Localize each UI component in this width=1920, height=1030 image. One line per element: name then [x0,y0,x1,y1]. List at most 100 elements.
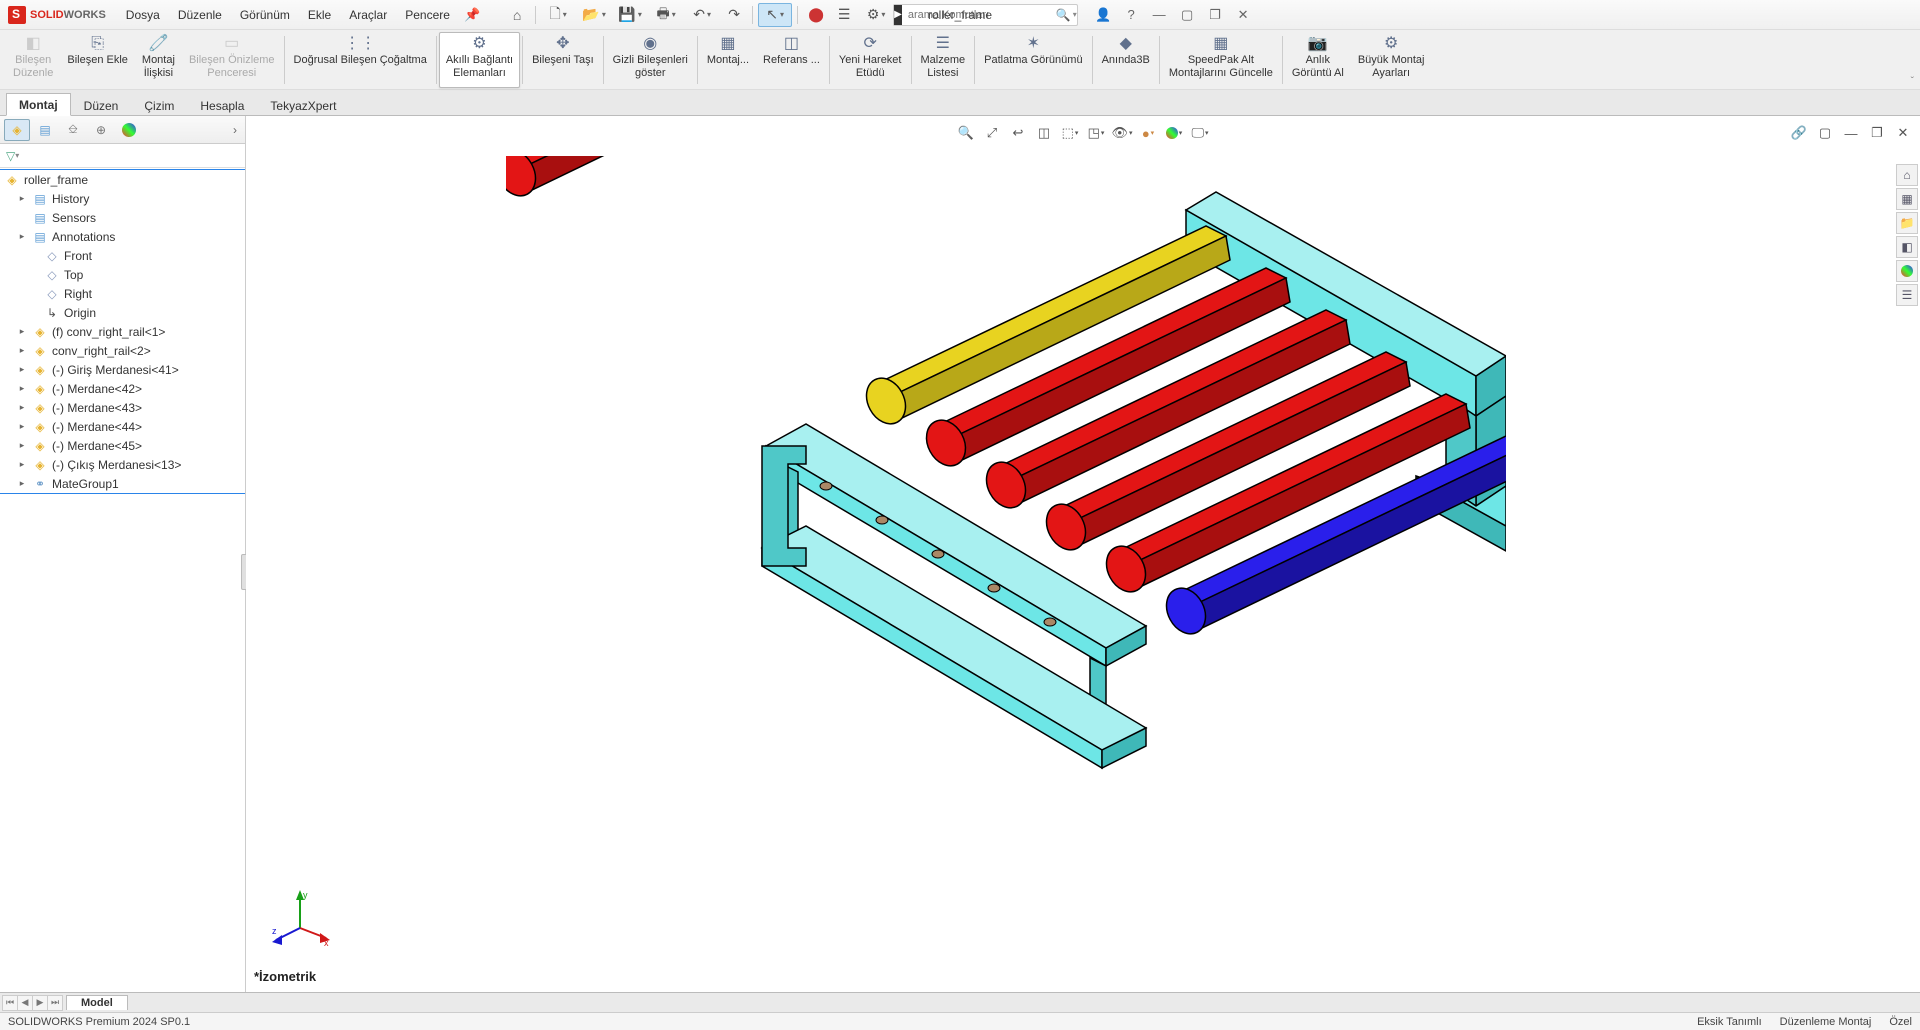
appearance-button[interactable]: ● [1137,122,1159,144]
options-list-button[interactable]: ☰ [831,3,857,27]
ribbon-an-nda3b[interactable]: ◆Anında3B [1095,32,1157,88]
menu-düzenle[interactable]: Düzenle [170,5,230,25]
tree-item[interactable]: ◇Right [0,284,245,303]
display-style-button[interactable]: ◳ [1085,122,1107,144]
user-button[interactable]: 👤 [1092,4,1114,26]
viewport[interactable]: 🔍 ⤢ ↩ ◫ ⬚ ◳ 👁 ● 🖵 🔗 ▢ — ❐ ✕ ⌂ ▦ 📁 ◧ ☰ [246,116,1920,992]
ribbon-do-rusal-bile-en-o-altma[interactable]: ⋮⋮Doğrusal Bileşen Çoğaltma [287,32,434,88]
feature-tree-tab[interactable]: ◈ [4,119,30,141]
vp-link-button[interactable]: 🔗 [1788,122,1810,144]
menu-görünüm[interactable]: Görünüm [232,5,298,25]
model-tab[interactable]: Model [66,995,128,1010]
ribbon-gizli-bile-enleri[interactable]: ◉Gizli Bileşenleri göster [606,32,695,88]
dim-tab[interactable]: ⊕ [88,119,114,141]
tree-item[interactable]: ▸◈(-) Merdane<42> [0,379,245,398]
view-orient-button[interactable]: ⬚ [1059,122,1081,144]
hide-show-button[interactable]: 👁 [1111,122,1133,144]
menu-dosya[interactable]: Dosya [118,5,168,25]
status-units[interactable]: Özel [1889,1016,1912,1028]
view-triad[interactable]: y x z [270,888,330,948]
vp-close-button[interactable]: ✕ [1892,122,1914,144]
scene-button[interactable] [1163,122,1185,144]
rail-resources-icon[interactable]: ▦ [1896,188,1918,210]
tree-item[interactable]: ▸◈(f) conv_right_rail<1> [0,322,245,341]
zoom-area-button[interactable]: ⤢ [981,122,1003,144]
render-button[interactable]: 🖵 [1189,122,1211,144]
search-icon[interactable]: 🔍 [1056,8,1073,22]
save-button[interactable]: 💾 [613,3,647,27]
ribbon-patlatma-g-r-n-m-[interactable]: ✶Patlatma Görünümü [977,32,1089,88]
tree-item[interactable]: ▸◈(-) Merdane<43> [0,398,245,417]
undo-button[interactable]: ↶ [685,3,719,27]
close-button[interactable]: ✕ [1232,4,1254,26]
search-drop-icon[interactable]: ▾ [1073,10,1081,19]
twisty-icon[interactable]: ▸ [16,440,28,451]
tree-root[interactable]: ◈roller_frame [0,170,245,189]
twisty-icon[interactable]: ▸ [16,193,28,204]
rail-props-icon[interactable]: ☰ [1896,284,1918,306]
tab-montaj[interactable]: Montaj [6,93,71,116]
section-view-button[interactable]: ◫ [1033,122,1055,144]
ribbon-referans-[interactable]: ◫Referans ... [756,32,827,88]
twisty-icon[interactable]: ▸ [16,421,28,432]
redo-button[interactable]: ↷ [721,3,747,27]
menu-pencere[interactable]: Pencere [397,5,458,25]
home-button[interactable]: ⌂ [504,3,530,27]
tree-item[interactable]: ▸▤Annotations [0,227,245,246]
twisty-icon[interactable]: ▸ [16,326,28,337]
ribbon-montaj[interactable]: 🧷Montaj İlişkisi [135,32,182,88]
help-button[interactable]: ? [1120,4,1142,26]
twisty-icon[interactable]: ▸ [16,478,28,489]
nav-next-icon[interactable]: ▶ [32,995,48,1011]
ribbon-bile-eni-ta-[interactable]: ✥Bileşeni Taşı [525,32,601,88]
twisty-icon[interactable]: ▸ [16,364,28,375]
twisty-icon[interactable]: ▸ [16,345,28,356]
restore1-button[interactable]: ▢ [1176,4,1198,26]
config-tab[interactable]: ⎒ [60,119,86,141]
twisty-icon[interactable]: ▸ [16,231,28,242]
twisty-icon[interactable]: ▸ [16,383,28,394]
property-tab[interactable]: ▤ [32,119,58,141]
ribbon-collapse-icon[interactable]: ˇ [1911,76,1914,87]
select-button[interactable]: ↖ [758,3,792,27]
tab-tekyazxpert[interactable]: TekyazXpert [257,94,349,116]
ribbon-malzeme[interactable]: ☰Malzeme Listesi [914,32,973,88]
tree-item[interactable]: ▸◈(-) Merdane<45> [0,436,245,455]
rail-appearance-icon[interactable] [1896,260,1918,282]
settings-button[interactable]: ⚙ [859,3,893,27]
open-button[interactable]: 📂 [577,3,611,27]
ribbon-montaj-[interactable]: ▦Montaj... [700,32,756,88]
rebuild-button[interactable]: ⬤ [803,3,829,27]
tab-hesapla[interactable]: Hesapla [187,94,257,116]
vp-new-button[interactable]: ▢ [1814,122,1836,144]
print-button[interactable]: 🖶 [649,3,683,27]
rail-home-icon[interactable]: ⌂ [1896,164,1918,186]
menu-ekle[interactable]: Ekle [300,5,339,25]
tree-item[interactable]: ▸⚭MateGroup1 [0,474,245,493]
zoom-fit-button[interactable]: 🔍 [955,122,977,144]
nav-last-icon[interactable]: ⏭ [47,995,63,1011]
restore2-button[interactable]: ❐ [1204,4,1226,26]
rail-view-icon[interactable]: ◧ [1896,236,1918,258]
tree-item[interactable]: ▸▤History [0,189,245,208]
tree-item[interactable]: ◇Front [0,246,245,265]
tab-düzen[interactable]: Düzen [71,94,132,116]
vp-max-button[interactable]: ❐ [1866,122,1888,144]
tree-item[interactable]: ▸◈(-) Giriş Merdanesi<41> [0,360,245,379]
rail-library-icon[interactable]: 📁 [1896,212,1918,234]
ribbon-ak-ll-ba-lant-[interactable]: ⚙Akıllı Bağlantı Elemanları [439,32,520,88]
nav-first-icon[interactable]: ⏮ [2,995,18,1011]
pin-icon[interactable]: 📌 [464,7,480,23]
tree-item[interactable]: ▸◈(-) Çıkış Merdanesi<13> [0,455,245,474]
ribbon-yeni-hareket[interactable]: ⟳Yeni Hareket Etüdü [832,32,909,88]
prev-view-button[interactable]: ↩ [1007,122,1029,144]
ribbon-anl-k[interactable]: 📷Anlık Görüntü Al [1285,32,1351,88]
tree-filter-bar[interactable]: ▽▾ [0,144,245,168]
tree-item[interactable]: ▤Sensors [0,208,245,227]
menu-araçlar[interactable]: Araçlar [341,5,395,25]
vp-min-button[interactable]: — [1840,122,1862,144]
minimize-button[interactable]: — [1148,4,1170,26]
twisty-icon[interactable]: ▸ [16,402,28,413]
appearance-tab[interactable] [116,119,142,141]
tab-çizim[interactable]: Çizim [131,94,187,116]
